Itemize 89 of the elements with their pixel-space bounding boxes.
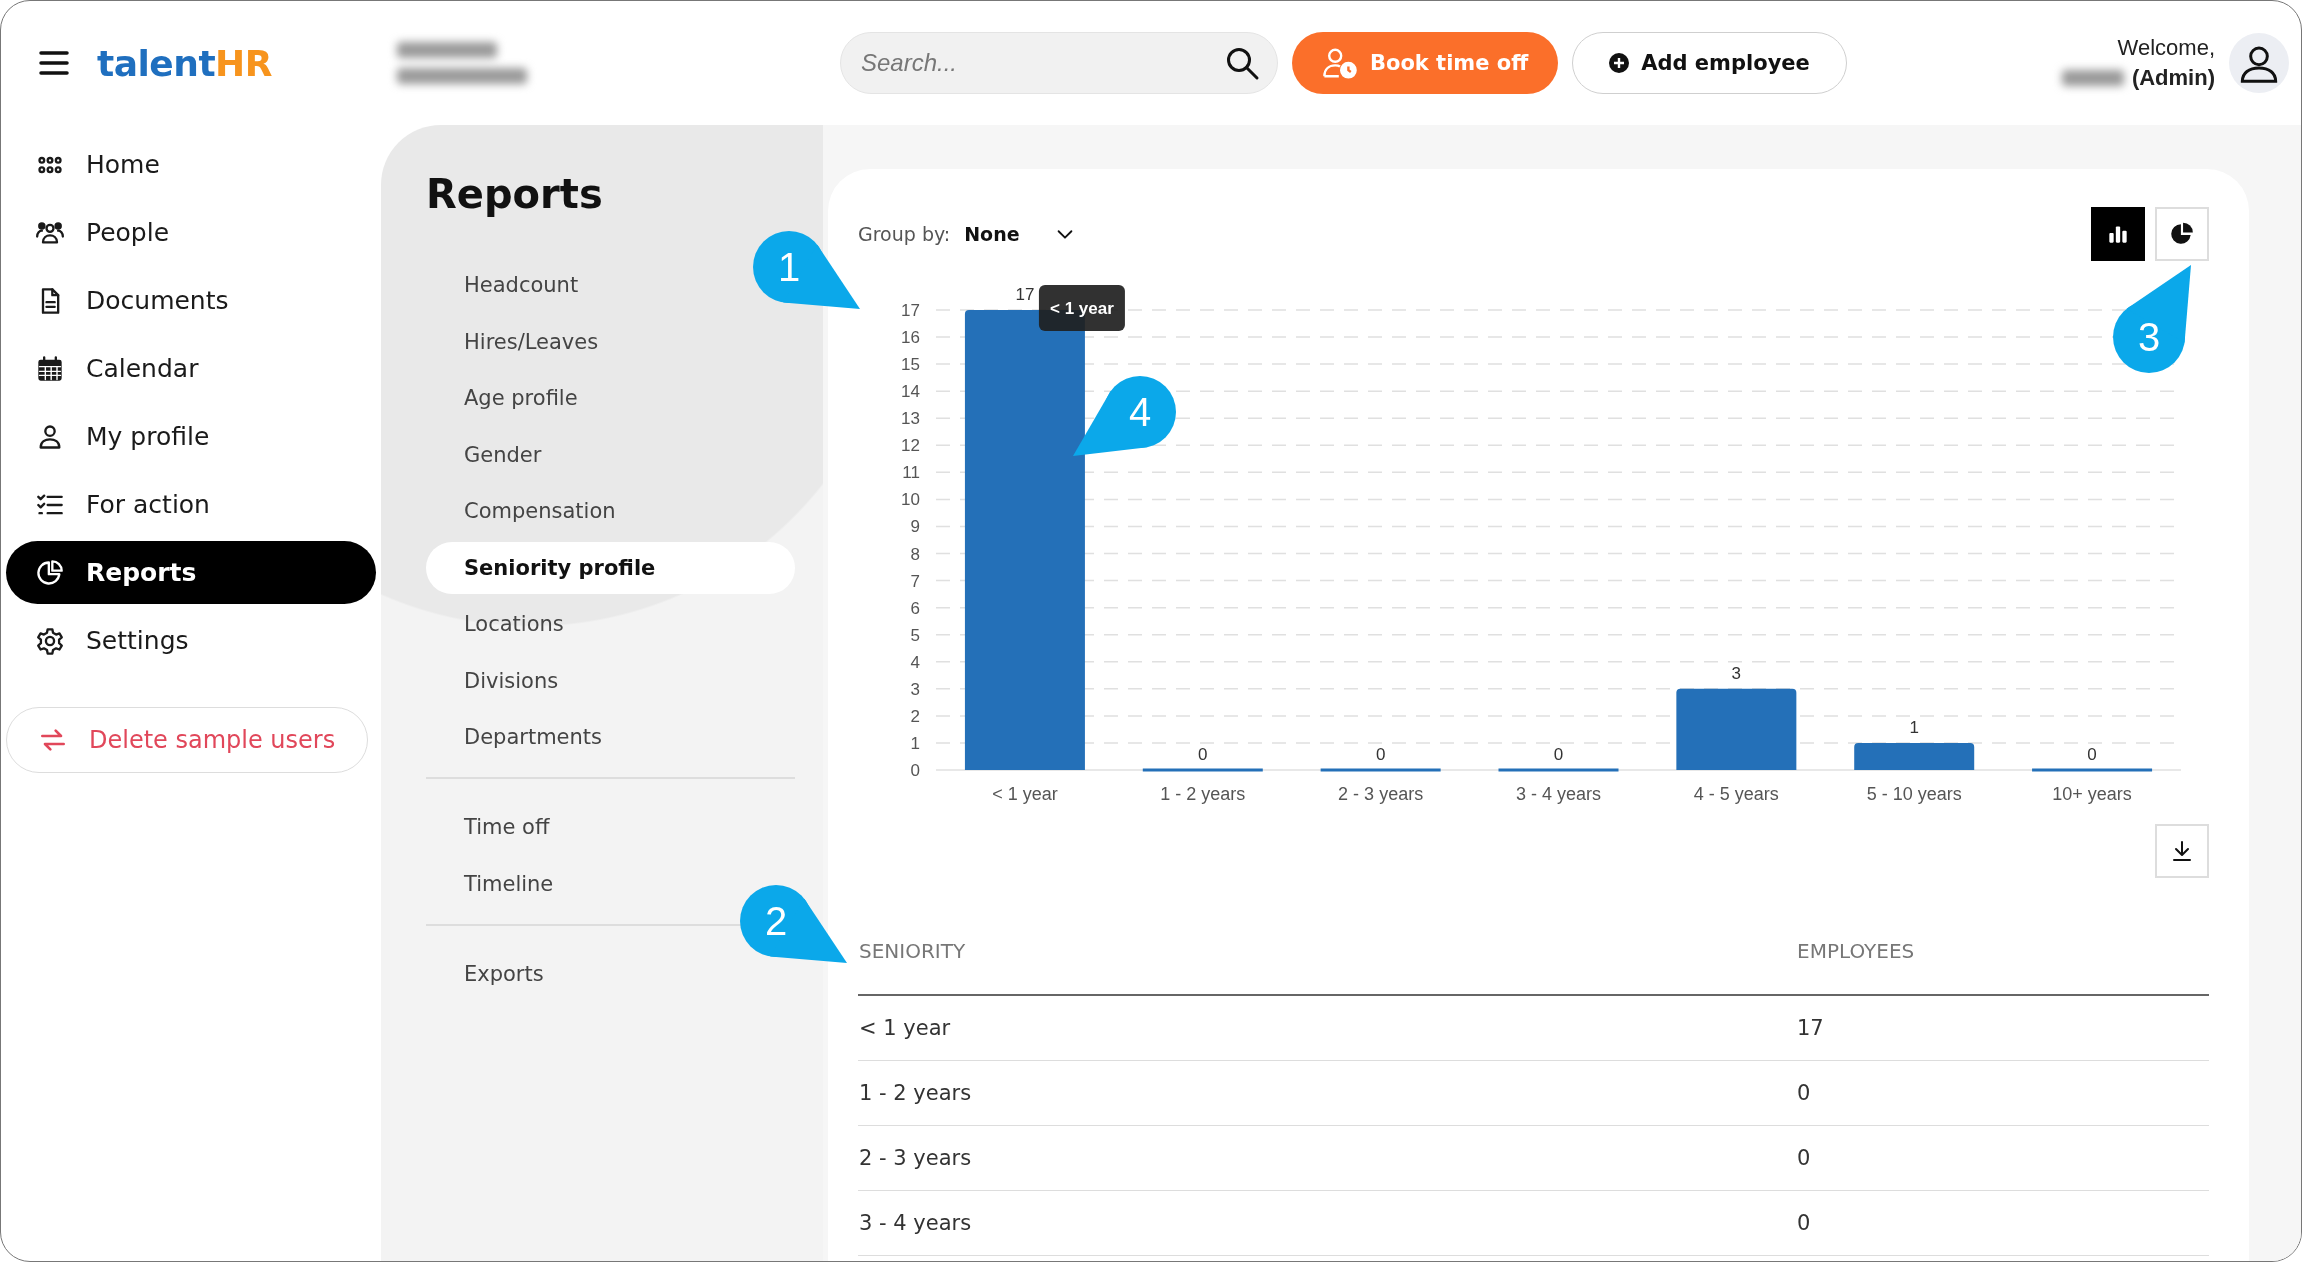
- x-axis-label: < 1 year: [992, 784, 1058, 804]
- bar-value-label: 17: [1015, 285, 1035, 304]
- nav-item[interactable]: Settings: [6, 609, 376, 672]
- y-tick-label: 16: [901, 328, 920, 348]
- bar[interactable]: [1498, 768, 1619, 772]
- delete-sample-users-button[interactable]: Delete sample users: [6, 707, 368, 773]
- blurred-name: [2061, 70, 2124, 86]
- y-tick-label: 3: [910, 679, 920, 699]
- y-tick-label: 1: [910, 733, 920, 753]
- y-tick-label: 0: [910, 761, 920, 780]
- report-menu-item[interactable]: Headcount: [426, 259, 599, 311]
- report-menu-item[interactable]: Compensation: [426, 485, 636, 537]
- bar-value-label: 0: [1375, 745, 1386, 764]
- calendar-icon: [36, 354, 64, 383]
- gear-icon: [36, 626, 64, 655]
- y-tick-label: 8: [910, 544, 920, 564]
- bar[interactable]: [1142, 768, 1263, 772]
- bar-value-label: 1: [1909, 717, 1919, 737]
- y-tick-label: 4: [910, 652, 920, 672]
- report-menu-item[interactable]: Divisions: [426, 654, 579, 707]
- nav-item[interactable]: Home: [6, 133, 376, 196]
- user-role: (Admin): [2131, 64, 2215, 92]
- report-menu-item[interactable]: Hires/Leaves: [426, 315, 619, 368]
- report-menu-item[interactable]: Seniority profile: [426, 541, 795, 594]
- table-cell: 2 - 3 years: [859, 1146, 972, 1170]
- x-axis-label: 3 - 4 years: [1516, 784, 1601, 804]
- bar[interactable]: [1676, 688, 1797, 770]
- nav-item[interactable]: Calendar: [6, 337, 376, 400]
- group-by-select[interactable]: None: [964, 223, 1076, 245]
- nav-item[interactable]: Reports: [6, 541, 376, 604]
- download-button[interactable]: [2155, 824, 2209, 878]
- report-menu-item[interactable]: Age profile: [426, 372, 598, 424]
- nav-item[interactable]: People: [6, 201, 376, 264]
- report-menu-item[interactable]: Departments: [426, 711, 623, 763]
- report-menu-item[interactable]: Gender: [426, 428, 562, 481]
- report-menu-item[interactable]: Exports: [426, 947, 564, 1000]
- y-tick-label: 12: [901, 436, 920, 456]
- x-axis-label: 2 - 3 years: [1338, 784, 1424, 804]
- plus-circle-icon: [1609, 53, 1630, 73]
- reports-title: Reports: [426, 171, 604, 217]
- table-cell: 1 - 2 years: [859, 1081, 972, 1105]
- pie-chart-icon: [36, 558, 64, 587]
- y-tick-label: 13: [901, 409, 920, 429]
- x-axis-label: 5 - 10 years: [1866, 784, 1962, 804]
- download-icon: [2170, 839, 2194, 863]
- group-by-label: Group by:: [858, 223, 951, 245]
- report-menu-item[interactable]: Time off: [426, 801, 570, 853]
- table-cell: 0: [1797, 1081, 1811, 1105]
- welcome-text: Welcome,: [2116, 34, 2215, 62]
- y-tick-label: 10: [901, 490, 920, 510]
- table-cell: 17: [1797, 1016, 1824, 1040]
- table-cell: 3 - 4 years: [859, 1211, 972, 1235]
- table-cell: < 1 year: [859, 1016, 951, 1040]
- nav-item[interactable]: My profile: [6, 405, 376, 468]
- chart-type-toggle[interactable]: [2091, 207, 2145, 261]
- bar-value-label: 0: [1198, 745, 1208, 764]
- nav-item[interactable]: For action: [6, 473, 376, 536]
- table-cell: 0: [1797, 1146, 1811, 1170]
- y-tick-label: 9: [910, 517, 920, 537]
- pie-chart-icon: [2169, 221, 2195, 247]
- column-header: SENIORITY: [859, 939, 966, 963]
- y-tick-label: 17: [901, 301, 920, 320]
- y-tick-label: 14: [901, 382, 920, 402]
- y-tick-label: 6: [910, 598, 920, 618]
- report-menu-item[interactable]: Locations: [426, 598, 584, 650]
- logo[interactable]: talentHR: [97, 42, 272, 84]
- y-tick-label: 7: [910, 571, 920, 591]
- person-clock-icon: [1321, 47, 1358, 79]
- menu-icon[interactable]: [39, 50, 69, 76]
- bar[interactable]: [1854, 742, 1975, 770]
- bar-value-label: 3: [1731, 663, 1742, 683]
- bar[interactable]: [2032, 768, 2153, 772]
- chart-tooltip: < 1 year: [1038, 285, 1125, 331]
- x-axis-label: 10+ years: [2052, 784, 2132, 804]
- y-tick-label: 11: [902, 463, 920, 483]
- add-employee-button[interactable]: Add employee: [1572, 32, 1847, 94]
- bar[interactable]: [1320, 768, 1441, 772]
- bar-value-label: 0: [1553, 745, 1564, 764]
- nav-item[interactable]: Documents: [6, 269, 376, 332]
- report-menu-item[interactable]: Timeline: [426, 857, 574, 910]
- x-axis-label: 1 - 2 years: [1160, 784, 1246, 804]
- y-tick-label: 2: [910, 706, 920, 726]
- table-cell: 0: [1797, 1211, 1811, 1235]
- x-axis-label: 4 - 5 years: [1693, 784, 1779, 804]
- y-tick-label: 15: [901, 355, 920, 375]
- column-header: EMPLOYEES: [1797, 939, 1915, 963]
- search-field[interactable]: Search...: [839, 32, 1278, 94]
- bar-value-label: 0: [2087, 745, 2097, 764]
- y-tick-label: 5: [910, 625, 920, 645]
